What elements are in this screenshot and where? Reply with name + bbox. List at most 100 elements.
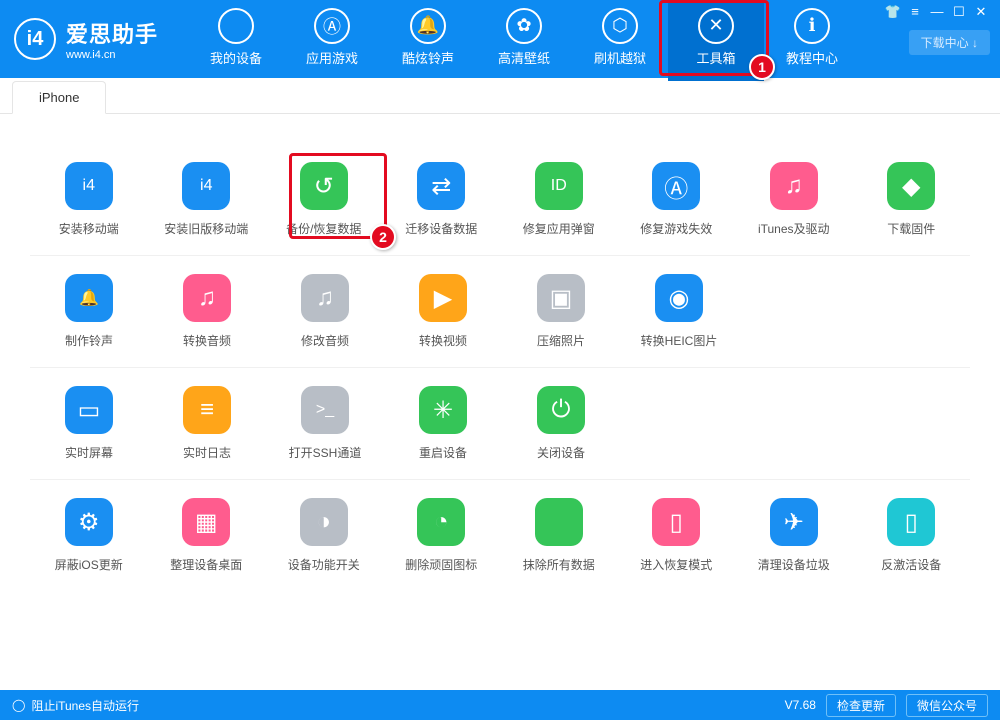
tool-label: 关闭设备 <box>502 444 620 461</box>
tool-label: 设备功能开关 <box>265 556 383 573</box>
nav-icon: ✿ <box>506 8 542 44</box>
tool-item[interactable]: ≡实时日志 <box>148 386 266 461</box>
nav-icon: ⬡ <box>602 8 638 44</box>
close-button[interactable]: ✕ <box>970 4 992 22</box>
tool-item[interactable]: i4安装旧版移动端 <box>148 162 266 237</box>
tool-item[interactable]: ♫修改音频 <box>266 274 384 349</box>
prevent-itunes-label: 阻止iTunes自动运行 <box>31 697 139 714</box>
tool-item[interactable]: ◔删除顽固图标 <box>383 498 501 573</box>
nav-item-6[interactable]: ℹ 教程中心 <box>764 0 860 81</box>
tool-icon: ID <box>535 162 583 210</box>
tool-label: 清理设备垃圾 <box>735 556 853 573</box>
nav-label: 高清壁纸 <box>476 48 572 67</box>
tool-item[interactable]: ⏻ 关闭设备 <box>502 386 620 461</box>
tool-icon: ▯ <box>887 498 935 546</box>
nav-icon: ✕ <box>698 8 734 44</box>
nav-item-2[interactable]: 🔔酷炫铃声 <box>380 0 476 81</box>
tool-item[interactable]: ▯进入恢复模式 <box>618 498 736 573</box>
tool-item[interactable]: ↺备份/恢复数据 <box>265 162 383 237</box>
tool-item[interactable]: ♫iTunes及驱动 <box>735 162 853 237</box>
nav-label: 教程中心 <box>764 48 860 67</box>
prevent-itunes-toggle[interactable]: ◯ 阻止iTunes自动运行 <box>12 697 139 714</box>
tool-label: 实时日志 <box>148 444 266 461</box>
wechat-button[interactable]: 微信公众号 <box>906 694 988 717</box>
tool-item[interactable]: ▶转换视频 <box>384 274 502 349</box>
tool-label: 安装移动端 <box>30 220 148 237</box>
tool-label: 打开SSH通道 <box>266 444 384 461</box>
nav-label: 刷机越狱 <box>572 48 668 67</box>
tool-item[interactable]: >_打开SSH通道 <box>266 386 384 461</box>
tool-item[interactable]: ♫ 转换音频 <box>148 274 266 349</box>
tool-icon: ▶ <box>419 274 467 322</box>
tutorial-callout-2: 2 <box>370 224 396 250</box>
tool-label: 迁移设备数据 <box>383 220 501 237</box>
tool-item[interactable]: ◑ 设备功能开关 <box>265 498 383 573</box>
minimize-button[interactable]: — <box>926 4 948 22</box>
logo-icon: i4 <box>14 18 56 60</box>
tool-item[interactable]: ▯ 反激活设备 <box>853 498 971 573</box>
tool-item[interactable]: Ⓐ修复游戏失效 <box>618 162 736 237</box>
tool-label: 反激活设备 <box>853 556 971 573</box>
nav-icon: Ⓐ <box>314 8 350 44</box>
tool-icon: ✳ <box>419 386 467 434</box>
tool-item[interactable]: ⚙ 屏蔽iOS更新 <box>30 498 148 573</box>
tool-item[interactable]: ▭ 实时屏幕 <box>30 386 148 461</box>
tool-icon: ↺ <box>300 162 348 210</box>
tool-label: 制作铃声 <box>30 332 148 349</box>
tool-icon: ▣ <box>537 274 585 322</box>
tool-label: 转换HEIC图片 <box>620 332 738 349</box>
check-update-button[interactable]: 检查更新 <box>826 694 896 717</box>
tool-item[interactable]: i4安装移动端 <box>30 162 148 237</box>
tab-iPhone[interactable]: iPhone <box>12 81 106 114</box>
tool-label: 转换音频 <box>148 332 266 349</box>
app-subtitle: www.i4.cn <box>66 49 158 61</box>
app-logo: i4 爱思助手 www.i4.cn <box>0 17 158 61</box>
tool-item[interactable]: 抹除所有数据 <box>500 498 618 573</box>
tool-icon: ▯ <box>652 498 700 546</box>
tool-icon: ▦ <box>182 498 230 546</box>
tool-icon: ⏻ <box>537 386 585 434</box>
logo-initials: i4 <box>27 28 44 51</box>
tool-label: 实时屏幕 <box>30 444 148 461</box>
tool-item[interactable]: ✈清理设备垃圾 <box>735 498 853 573</box>
tool-item[interactable]: ▣ 压缩照片 <box>502 274 620 349</box>
maximize-button[interactable]: ☐ <box>948 4 970 22</box>
tool-icon: ⚙ <box>65 498 113 546</box>
tool-item[interactable]: ▦ 整理设备桌面 <box>148 498 266 573</box>
nav-icon: 🔔 <box>410 8 446 44</box>
version-label: V7.68 <box>785 698 816 712</box>
tool-item[interactable]: ✳ 重启设备 <box>384 386 502 461</box>
tool-item[interactable]: ◉ 转换HEIC图片 <box>620 274 738 349</box>
tool-icon: ▭ <box>65 386 113 434</box>
nav-icon: ℹ <box>794 8 830 44</box>
nav-item-0[interactable]: 我的设备 <box>188 0 284 81</box>
nav-item-3[interactable]: ✿ 高清壁纸 <box>476 0 572 81</box>
tool-icon: 🔔 <box>65 274 113 322</box>
tool-icon: i4 <box>182 162 230 210</box>
tutorial-callout-1: 1 <box>749 54 775 80</box>
app-title: 爱思助手 <box>66 17 158 49</box>
tool-label: 屏蔽iOS更新 <box>30 556 148 573</box>
tool-icon: ◑ <box>300 498 348 546</box>
tool-item[interactable]: ◆下载固件 <box>853 162 971 237</box>
circle-icon: ◯ <box>12 698 25 712</box>
theme-icon[interactable]: 👕 <box>882 4 904 22</box>
tool-label: 下载固件 <box>853 220 971 237</box>
tool-icon: ◔ <box>417 498 465 546</box>
nav-item-4[interactable]: ⬡ 刷机越狱 <box>572 0 668 81</box>
tool-icon: ♫ <box>183 274 231 322</box>
tool-label: 整理设备桌面 <box>148 556 266 573</box>
status-bar: ◯ 阻止iTunes自动运行 V7.68 检查更新 微信公众号 <box>0 690 1000 720</box>
tool-icon: Ⓐ <box>652 162 700 210</box>
tool-item[interactable]: 🔔 制作铃声 <box>30 274 148 349</box>
tool-item[interactable]: ⇄ 迁移设备数据 <box>383 162 501 237</box>
menu-icon[interactable]: ≡ <box>904 4 926 22</box>
tool-label: 压缩照片 <box>502 332 620 349</box>
tool-label: 重启设备 <box>384 444 502 461</box>
tool-item[interactable]: ID修复应用弹窗 <box>500 162 618 237</box>
tool-icon: ⇄ <box>417 162 465 210</box>
tool-icon <box>535 498 583 546</box>
download-center-button[interactable]: 下载中心 ↓ <box>909 30 990 55</box>
tool-icon: ◉ <box>655 274 703 322</box>
nav-item-1[interactable]: Ⓐ应用游戏 <box>284 0 380 81</box>
